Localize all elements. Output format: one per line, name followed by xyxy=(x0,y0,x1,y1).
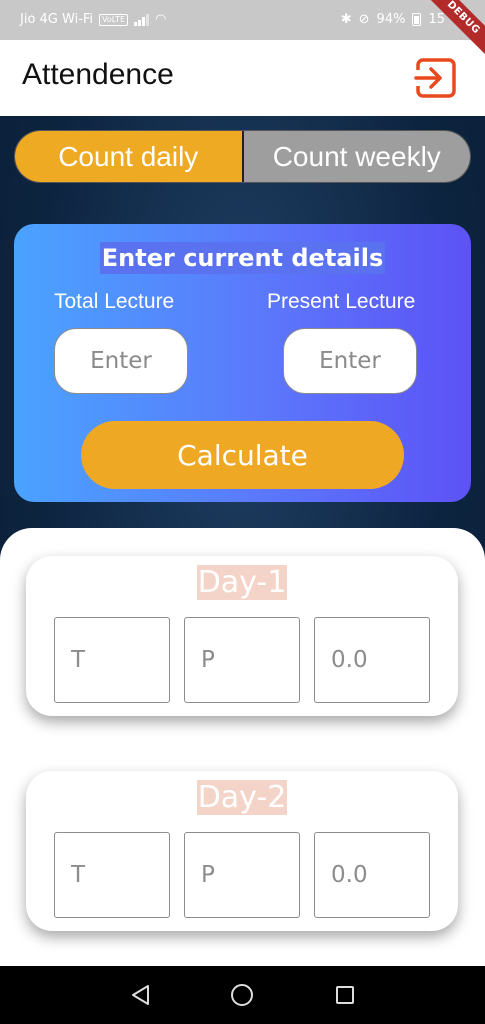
count-weekly-option[interactable]: Count weekly xyxy=(241,131,470,182)
count-daily-option[interactable]: Count daily xyxy=(15,131,242,182)
day-title-text: Day-1 xyxy=(196,565,288,600)
status-right: ✱ ⊘ 94% 15 xyxy=(341,12,445,27)
day-total-input[interactable] xyxy=(54,832,170,918)
clock: 15 xyxy=(428,12,445,27)
recents-icon xyxy=(336,986,354,1004)
card-title-text: Enter current details xyxy=(99,242,386,274)
battery-icon xyxy=(412,13,422,26)
day-title-text: Day-2 xyxy=(196,780,288,815)
page-title: Attendence xyxy=(22,58,174,91)
day-title: Day-2 xyxy=(26,780,458,815)
day-title: Day-1 xyxy=(26,565,458,600)
back-icon xyxy=(132,985,149,1005)
recents-button[interactable] xyxy=(329,979,361,1011)
day-percent-field[interactable] xyxy=(314,617,430,703)
day-percent-field[interactable] xyxy=(314,832,430,918)
logout-button[interactable] xyxy=(414,56,458,100)
home-button[interactable] xyxy=(226,979,258,1011)
home-icon xyxy=(231,984,253,1006)
signal-icon xyxy=(134,13,150,26)
mode-toggle: Count daily Count weekly xyxy=(14,130,471,183)
day-total-input[interactable] xyxy=(54,617,170,703)
app-bar: Attendence xyxy=(0,40,485,116)
details-card: Enter current details Total Lecture Pres… xyxy=(14,224,471,502)
total-lecture-input[interactable] xyxy=(54,328,188,394)
day-present-input[interactable] xyxy=(184,617,300,703)
bluetooth-icon: ✱ xyxy=(340,12,352,27)
card-title: Enter current details xyxy=(14,242,471,274)
volte-badge: VoLTE xyxy=(99,13,129,26)
days-panel: Day-1 Day-2 xyxy=(0,528,485,966)
logout-icon xyxy=(414,58,456,98)
carrier-text: Jio 4G Wi-Fi xyxy=(20,12,94,27)
calculate-button[interactable]: Calculate xyxy=(81,421,404,489)
status-bar: Jio 4G Wi-Fi VoLTE ◠ ✱ ⊘ 94% 15 xyxy=(0,0,485,40)
present-lecture-label: Present Lecture xyxy=(267,290,416,313)
back-button[interactable] xyxy=(125,979,157,1011)
system-nav-bar xyxy=(0,966,485,1024)
day-present-input[interactable] xyxy=(184,832,300,918)
day-card: Day-1 xyxy=(26,556,458,716)
status-left: Jio 4G Wi-Fi VoLTE ◠ xyxy=(20,12,166,27)
battery-percent: 94% xyxy=(376,12,406,27)
day-card: Day-2 xyxy=(26,771,458,931)
wifi-icon: ◠ xyxy=(155,12,167,27)
mute-icon: ⊘ xyxy=(358,12,370,27)
total-lecture-label: Total Lecture xyxy=(54,290,175,313)
present-lecture-input[interactable] xyxy=(283,328,417,394)
